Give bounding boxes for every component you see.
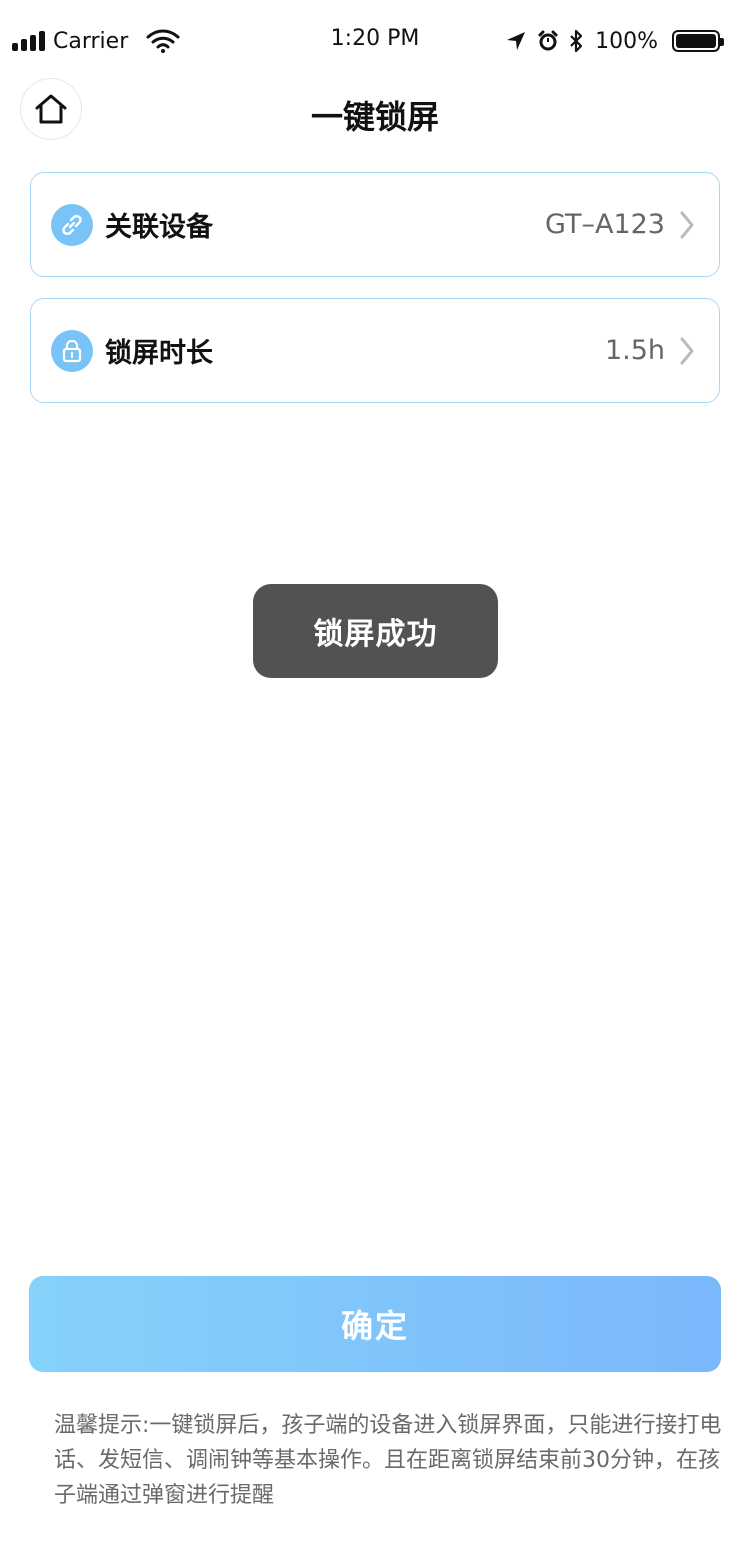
- linked-device-value: GT–A123: [545, 209, 665, 240]
- lock-duration-row[interactable]: 锁屏时长 1.5h: [30, 298, 720, 403]
- linked-device-label: 关联设备: [105, 212, 213, 243]
- battery-icon: [672, 30, 724, 52]
- chevron-right-icon: [680, 337, 694, 364]
- link-icon: [51, 203, 93, 246]
- page-title: 一键锁屏: [310, 98, 439, 136]
- lock-icon: [51, 329, 93, 372]
- lock-duration-label: 锁屏时长: [105, 338, 213, 369]
- status-bar: Carrier 1:20 PM 100%: [0, 0, 750, 80]
- confirm-button[interactable]: 确定: [29, 1276, 721, 1372]
- bluetooth-icon: [570, 29, 583, 53]
- linked-device-row[interactable]: 关联设备 GT–A123: [30, 172, 720, 277]
- chevron-right-icon: [680, 211, 694, 238]
- success-toast: 锁屏成功: [253, 584, 498, 678]
- header: 一键锁屏: [0, 78, 750, 146]
- lock-duration-value: 1.5h: [604, 335, 665, 366]
- alarm-icon: [538, 30, 558, 51]
- battery-percent: 100%: [595, 28, 658, 54]
- tip-text: 温馨提示:一键锁屏后，孩子端的设备进入锁屏界面，只能进行接打电话、发短信、调闹钟…: [54, 1413, 722, 1508]
- location-arrow-icon: [507, 32, 526, 50]
- status-right: 100%: [505, 24, 724, 58]
